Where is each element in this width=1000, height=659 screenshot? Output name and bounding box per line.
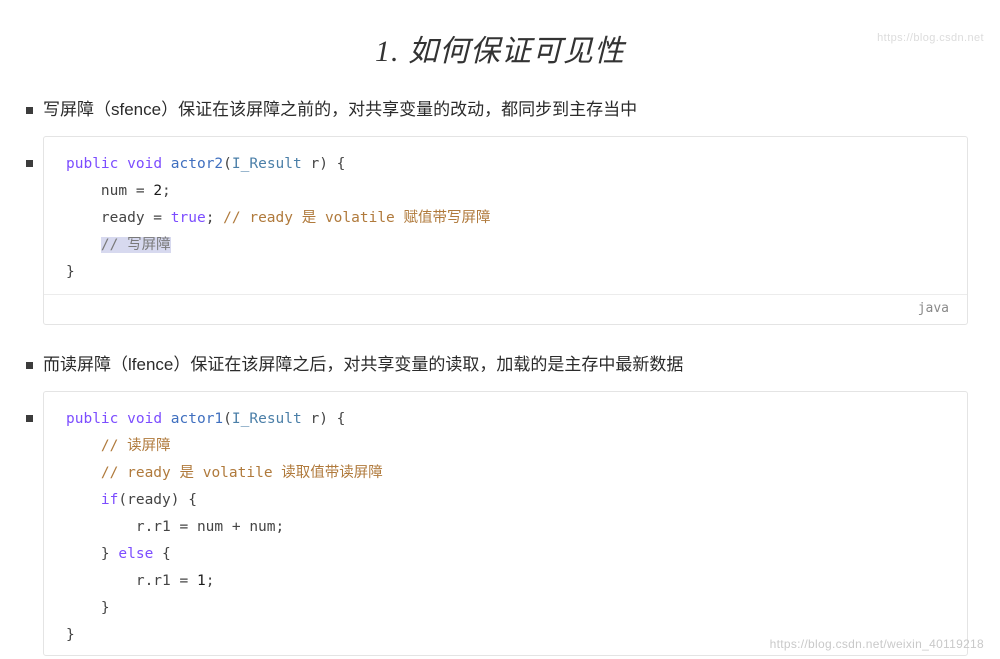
bullet-read-barrier: 而读屏障（lfence）保证在该屏障之后，对共享变量的读取，加载的是主存中最新数… — [26, 353, 1000, 377]
bullet-marker-icon — [26, 107, 33, 114]
code-content-actor2: public void actor2(I_Result r) { num = 2… — [66, 155, 491, 280]
code-content-actor1: public void actor1(I_Result r) { // 读屏障 … — [66, 410, 383, 643]
bullet-write-barrier-text: 写屏障（sfence）保证在该屏障之前的，对共享变量的改动，都同步到主存当中 — [43, 100, 638, 119]
watermark-bottom: https://blog.csdn.net/weixin_40119218 — [769, 637, 984, 651]
bullet-marker-icon — [26, 361, 33, 369]
bullet-marker-icon — [26, 414, 33, 422]
code-row-actor1: public void actor1(I_Result r) { // 读屏障 … — [26, 390, 1000, 656]
bullet-write-barrier: 写屏障（sfence）保证在该屏障之前的，对共享变量的改动，都同步到主存当中 — [26, 98, 1000, 122]
code-row-actor2: public void actor2(I_Result r) { num = 2… — [26, 135, 1000, 325]
bullet-read-barrier-text: 而读屏障（lfence）保证在该屏障之后，对共享变量的读取，加载的是主存中最新数… — [43, 354, 684, 374]
bullet-marker-icon — [26, 159, 33, 167]
page-title: 1. 如何保证可见性 — [375, 35, 625, 68]
code-block-actor1: public void actor1(I_Result r) { // 读屏障 … — [43, 390, 968, 656]
code-block-actor2: public void actor2(I_Result r) { num = 2… — [43, 135, 968, 325]
watermark-top: https://blog.csdn.net — [877, 32, 984, 44]
code-language-label: java — [44, 293, 967, 318]
